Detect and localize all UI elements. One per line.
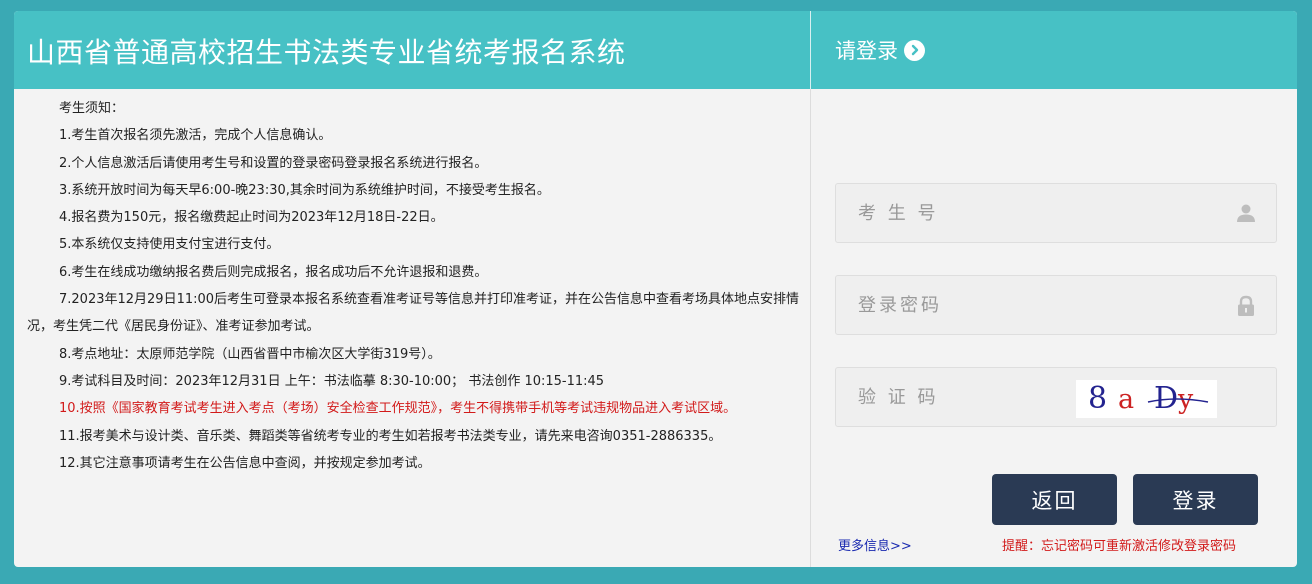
password-input[interactable] [836, 276, 1276, 334]
back-button[interactable]: 返回 [992, 474, 1117, 525]
student-id-input[interactable] [836, 184, 1276, 242]
notice-item: 9.考试科目及时间：2023年12月31日 上午：书法临摹 8:30-10:00… [59, 373, 605, 389]
main-card: 山西省普通高校招生书法类专业省统考报名系统 请登录 考生须知： 1.考生首次报名… [14, 11, 1297, 567]
captcha-noise-line [1147, 398, 1209, 403]
user-icon [1236, 203, 1256, 227]
captcha-image[interactable]: 8 a D y [1076, 380, 1217, 418]
notice-item: 2.个人信息激活后请使用考生号和设置的登录密码登录报名系统进行报名。 [59, 155, 488, 171]
notice-item: 5.本系统仅支持使用支付宝进行支付。 [59, 237, 280, 253]
more-info-link[interactable]: 更多信息>> [838, 535, 912, 554]
notice-item: 12.其它注意事项请考生在公告信息中查阅，并按规定参加考试。 [59, 455, 431, 471]
header-divider [810, 11, 811, 89]
password-reminder: 提醒：忘记密码可重新激活修改登录密码 [1002, 539, 1237, 554]
panel-divider [810, 89, 811, 567]
student-id-field [835, 183, 1277, 243]
notice-item-warning: 10.按照《国家教育考试考生进入考点（考场）安全检查工作规范》，考生不得携带手机… [59, 401, 737, 417]
notice-item: 3.系统开放时间为每天早6:00-晚23:30,其余时间为系统维护时间，不接受考… [59, 182, 550, 198]
login-heading-label: 请登录 [835, 39, 898, 63]
login-heading: 请登录 [835, 35, 925, 65]
header-bar: 山西省普通高校招生书法类专业省统考报名系统 请登录 [14, 11, 1297, 89]
notice-item: 1.考生首次报名须先激活，完成个人信息确认。 [59, 128, 332, 144]
notice-item: 7.2023年12月29日11:00后考生可登录本报名系统查看准考证号等信息并打… [27, 292, 800, 335]
login-button[interactable]: 登录 [1133, 474, 1258, 525]
notice-panel: 考生须知： 1.考生首次报名须先激活，完成个人信息确认。 2.个人信息激活后请使… [27, 95, 807, 477]
notice-item: 11.报考美术与设计类、音乐类、舞蹈类等省统考专业的考生如若报考书法类专业，请先… [59, 428, 722, 444]
password-field [835, 275, 1277, 335]
system-title: 山西省普通高校招生书法类专业省统考报名系统 [27, 36, 626, 69]
notice-item: 6.考生在线成功缴纳报名费后则完成报名，报名成功后不允许退报和退费。 [59, 264, 488, 280]
arrow-right-circle-icon [904, 39, 925, 61]
notice-heading: 考生须知： [59, 101, 125, 116]
notice-item: 4.报名费为150元，报名缴费起止时间为2023年12月18日-22日。 [59, 210, 444, 226]
lock-icon [1236, 295, 1256, 321]
captcha-field: 8 a D y [835, 367, 1277, 427]
notice-item: 8.考点地址：太原师范学院（山西省晋中市榆次区大学街319号）。 [59, 346, 441, 362]
